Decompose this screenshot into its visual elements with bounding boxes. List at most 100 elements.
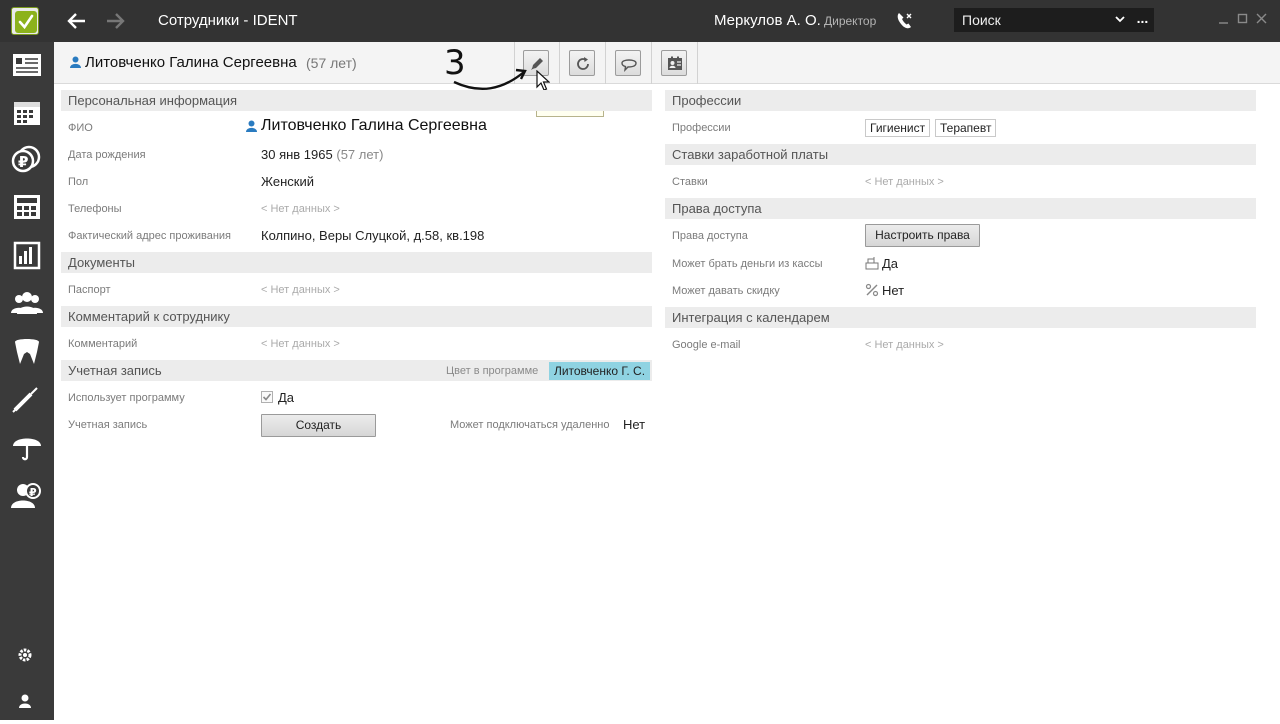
birth-date-value: 30 янв 1965 (57 лет)	[261, 147, 383, 162]
fio-value: Литовченко Галина Сергеевна	[261, 117, 487, 134]
address-value: Колпино, Веры Слуцкой, д.58, кв.198	[261, 228, 485, 243]
cash-take-label: Может брать деньги из кассы	[672, 258, 823, 270]
remote-access-label: Может подключаться удаленно	[450, 419, 610, 431]
birth-date: 30 янв 1965	[261, 147, 333, 162]
refresh-button[interactable]	[569, 50, 595, 76]
sidebar-item-reports[interactable]	[0, 232, 54, 278]
section-calendar-integration: Интеграция с календарем	[665, 307, 1256, 328]
maximize-icon[interactable]	[1236, 12, 1250, 26]
google-email-value: < Нет данных >	[865, 339, 944, 351]
dental-tool-icon	[12, 387, 38, 413]
minimize-icon[interactable]	[1217, 12, 1231, 26]
sidebar-item-profile[interactable]	[0, 678, 54, 724]
toolbar-divider	[651, 42, 652, 84]
current-user-role: Директор	[824, 14, 877, 28]
user-ruble-icon: ₽	[11, 483, 41, 508]
toolbar-divider	[697, 42, 698, 84]
section-access-rights: Права доступа	[665, 198, 1256, 219]
ident-logo-icon[interactable]	[11, 7, 39, 35]
cash-register-icon	[865, 257, 879, 270]
program-color-label: Цвет в программе	[446, 365, 539, 377]
gender-value: Женский	[261, 174, 314, 189]
comment-label: Комментарий	[68, 338, 138, 350]
fio-label: ФИО	[68, 122, 93, 134]
person-icon	[70, 56, 81, 68]
create-account-button[interactable]: Создать	[261, 414, 376, 437]
annotation-arrow-icon: 3	[444, 43, 527, 90]
profession-tag: Терапевт	[935, 119, 997, 137]
search-placeholder: Поиск	[962, 12, 1001, 28]
sidebar-item-staff-payroll[interactable]: ₽	[0, 472, 54, 518]
sidebar-item-insurance[interactable]	[0, 424, 54, 470]
remote-access-value: Нет	[623, 417, 646, 432]
profession-tag: Гигиенист	[865, 119, 931, 137]
discount-value: Нет	[882, 283, 905, 298]
tooth-icon	[15, 339, 39, 364]
title-bar: Сотрудники - IDENT Меркулов А. О. Директ…	[0, 0, 1280, 42]
contact-card-button[interactable]	[661, 50, 687, 76]
rates-value: < Нет данных >	[865, 176, 944, 188]
sidebar-item-treatment[interactable]	[0, 376, 54, 422]
passport-label: Паспорт	[68, 284, 111, 296]
gender-label: Пол	[68, 176, 89, 188]
sidebar-item-finance[interactable]: ₽	[0, 136, 54, 182]
sidebar-item-calendar[interactable]	[0, 90, 54, 136]
birth-age: (57 лет)	[336, 147, 384, 162]
discount-label: Может давать скидку	[672, 285, 780, 297]
contact-card-icon	[668, 56, 682, 70]
ruble-coins-icon: ₽	[11, 145, 41, 173]
employee-name-header: Литовченко Галина Сергеевна	[85, 54, 297, 71]
record-toolbar: Литовченко Галина Сергеевна (57 лет)	[54, 42, 1280, 84]
mouse-cursor-icon	[536, 70, 550, 91]
section-employee-comment: Комментарий к сотруднику	[61, 306, 652, 327]
sidebar-item-settings[interactable]	[0, 632, 54, 678]
phones-value: < Нет данных >	[261, 203, 340, 215]
window-title: Сотрудники - IDENT	[158, 12, 298, 29]
checkmark-icon	[262, 393, 272, 401]
umbrella-icon	[13, 438, 41, 461]
toolbar-divider	[559, 42, 560, 84]
uses-program-label: Использует программу	[68, 392, 185, 404]
configure-rights-button[interactable]: Настроить права	[865, 224, 980, 247]
sidebar-item-dental-chart[interactable]	[0, 328, 54, 374]
employee-age-header: (57 лет)	[306, 55, 357, 71]
svg-text:₽: ₽	[18, 153, 28, 171]
people-icon	[11, 292, 43, 314]
comment-value: < Нет данных >	[261, 338, 340, 350]
report-chart-icon	[13, 241, 41, 270]
person-icon	[246, 120, 257, 132]
close-icon[interactable]	[1255, 12, 1269, 26]
speech-bubble-icon	[621, 59, 637, 72]
cash-take-value: Да	[882, 256, 899, 271]
calculator-icon	[14, 195, 40, 219]
access-rights-label: Права доступа	[672, 230, 748, 242]
program-color-chip: Литовченко Г. С.	[549, 362, 650, 380]
birth-date-label: Дата рождения	[68, 149, 146, 161]
percent-icon	[865, 283, 879, 297]
professions-label: Профессии	[672, 122, 731, 134]
gear-icon	[18, 648, 32, 662]
passport-value: < Нет данных >	[261, 284, 340, 296]
toolbar-divider	[605, 42, 606, 84]
search-more-button[interactable]: ...	[1131, 8, 1154, 32]
uses-program-checkbox	[261, 391, 273, 403]
forward-arrow-icon[interactable]	[104, 10, 126, 32]
rates-label: Ставки	[672, 176, 708, 188]
sidebar-item-cashbox[interactable]	[0, 184, 54, 230]
sidebar-item-patients[interactable]	[0, 280, 54, 326]
user-icon	[19, 694, 31, 708]
chevron-down-icon[interactable]	[1114, 13, 1126, 25]
svg-text:₽: ₽	[29, 486, 37, 499]
comment-button[interactable]	[615, 50, 641, 76]
address-label: Фактический адрес проживания	[68, 230, 232, 242]
phone-icon[interactable]	[894, 10, 916, 32]
section-documents: Документы	[61, 252, 652, 273]
sidebar-item-schedule-list[interactable]	[0, 42, 54, 88]
google-email-label: Google e-mail	[672, 339, 741, 351]
back-arrow-icon[interactable]	[66, 10, 88, 32]
section-personal-info: Персональная информация	[61, 90, 652, 111]
section-professions: Профессии	[665, 90, 1256, 111]
current-user-name[interactable]: Меркулов А. О.	[714, 12, 821, 29]
card-list-icon	[13, 54, 41, 76]
search-input[interactable]: Поиск	[954, 8, 1131, 32]
